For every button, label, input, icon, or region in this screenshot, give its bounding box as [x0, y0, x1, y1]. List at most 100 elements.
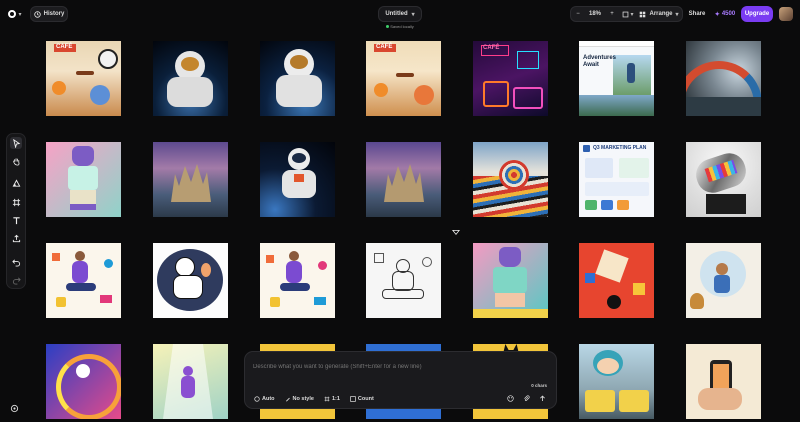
left-toolbar — [6, 133, 26, 289]
arrow-up-icon — [540, 395, 545, 401]
chevron-down-icon: ▾ — [18, 11, 22, 18]
sparkle-icon: ✦ — [714, 11, 720, 18]
redo-button[interactable] — [10, 274, 22, 286]
aspect-ratio-option[interactable]: 1:1 — [324, 396, 340, 402]
credits-button[interactable]: ✦ 4500 — [711, 6, 739, 22]
arrange-button[interactable]: Arrange ▾ — [637, 11, 681, 18]
undo-button[interactable] — [10, 256, 22, 268]
attach-button[interactable] — [522, 394, 531, 403]
image-tile-chrome-sculpture[interactable] — [686, 142, 761, 217]
help-button[interactable] — [8, 402, 20, 414]
image-tile-fantasy-castle[interactable] — [153, 142, 228, 217]
canvas-cursor-icon — [452, 230, 460, 236]
credits-value: 4500 — [721, 11, 736, 17]
frame-size-button[interactable]: ▾ — [619, 11, 637, 18]
prompt-panel: 0 chars Auto No style 1:1 Count — [244, 351, 557, 409]
prompt-options: Auto No style 1:1 Count — [254, 394, 374, 404]
upload-tool[interactable] — [10, 232, 22, 244]
frame-icon — [623, 11, 629, 17]
image-tile-cat-character-teal[interactable] — [473, 243, 548, 318]
select-tool[interactable] — [10, 137, 22, 149]
image-tile-floating-person-objects-variant[interactable] — [260, 243, 335, 318]
shapes-tool[interactable] — [10, 177, 22, 189]
zoom-out-button[interactable]: − — [571, 11, 585, 17]
aspect-ratio-icon — [324, 396, 330, 402]
top-bar: ▾ History Untitled ▾ Saved locally − 18%… — [0, 0, 800, 29]
chevron-down-icon: ▾ — [411, 11, 415, 18]
frame-grid-icon — [12, 198, 20, 206]
image-tile-city-tram-illustration[interactable] — [579, 344, 654, 419]
hand-icon — [12, 157, 19, 166]
chevron-down-icon: ▾ — [630, 11, 634, 18]
save-status: Saved locally — [376, 24, 424, 29]
arrange-label: Arrange — [649, 11, 673, 17]
image-tile-meditation-sketch[interactable] — [366, 243, 441, 318]
auto-label: Auto — [262, 396, 275, 402]
image-tile-cat-character[interactable] — [46, 142, 121, 217]
document-title-button[interactable]: Untitled ▾ — [378, 6, 422, 22]
paperclip-icon — [524, 395, 530, 402]
tile-caption: CAFÉ — [56, 44, 73, 50]
prompt-actions — [506, 394, 547, 403]
char-count: 0 chars — [531, 383, 547, 388]
redo-icon — [12, 276, 21, 285]
image-tile-astronaut-earth[interactable] — [153, 41, 228, 116]
history-button[interactable]: History — [30, 6, 68, 22]
auto-option[interactable]: Auto — [254, 396, 275, 402]
image-tile-striped-wave[interactable] — [473, 142, 548, 217]
image-tile-juggler-illustration[interactable] — [686, 243, 761, 318]
grid-icon — [640, 11, 646, 17]
count-label: Count — [357, 396, 374, 402]
image-tile-phone-hand-illustration[interactable] — [686, 344, 761, 419]
upload-icon — [12, 234, 20, 242]
image-tile-cafe-illustration-variant[interactable]: CAFÉ — [366, 41, 441, 116]
tile-caption: CAFÉ — [376, 44, 393, 50]
image-tile-fantasy-castle-variant[interactable] — [366, 142, 441, 217]
zoom-arrange-group: − 18% + ▾ Arrange ▾ — [570, 6, 683, 22]
tile-caption: Adventures Await — [583, 55, 617, 68]
avatar[interactable] — [779, 7, 793, 21]
image-tile-neon-cafe[interactable]: CAFÉ — [473, 41, 548, 116]
submit-button[interactable] — [538, 394, 547, 403]
frame-tool[interactable] — [10, 196, 22, 208]
cursor-icon — [12, 138, 20, 148]
saved-status-text: Saved locally — [390, 24, 414, 29]
style-option[interactable]: No style — [285, 396, 314, 402]
image-tile-red-collage[interactable] — [579, 243, 654, 318]
image-tile-astronaut-line-art[interactable] — [153, 243, 228, 318]
palette-icon — [507, 395, 514, 402]
hand-tool[interactable] — [10, 155, 22, 167]
image-tile-cafe-illustration[interactable]: CAFÉ — [46, 41, 121, 116]
undo-icon — [11, 258, 20, 267]
image-tile-surreal-collage[interactable] — [46, 344, 121, 419]
image-tile-surreal-wave[interactable] — [686, 41, 761, 116]
prompt-input[interactable] — [253, 360, 543, 374]
history-label: History — [43, 11, 65, 17]
zoom-level[interactable]: 18% — [585, 11, 605, 17]
style-icon — [285, 397, 290, 402]
document-title: Untitled — [385, 11, 408, 17]
count-option[interactable]: Count — [350, 396, 374, 402]
text-tool[interactable] — [10, 214, 22, 226]
auto-icon — [254, 396, 260, 402]
zoom-in-button[interactable]: + — [605, 11, 619, 17]
style-label: No style — [292, 396, 314, 402]
image-tile-dancer-spotlight[interactable] — [153, 344, 228, 419]
upgrade-button[interactable]: Upgrade — [741, 6, 773, 22]
image-tile-astronaut-earth-variant[interactable] — [260, 41, 335, 116]
logo-icon — [8, 10, 17, 18]
chevron-down-icon: ▾ — [675, 11, 679, 18]
aspect-ratio-label: 1:1 — [331, 396, 340, 402]
palette-button[interactable] — [506, 394, 515, 403]
app-menu-button[interactable]: ▾ — [6, 6, 24, 22]
image-tile-adventures-await-webpage[interactable]: Adventures Await — [579, 41, 654, 116]
clock-icon — [33, 10, 41, 18]
count-icon — [350, 396, 356, 402]
image-tile-astronaut-space[interactable] — [260, 142, 335, 217]
image-tile-floating-person-objects[interactable] — [46, 243, 121, 318]
tile-caption: Q3 MARKETING PLAN — [593, 145, 647, 151]
image-tile-q3-marketing-plan[interactable]: Q3 MARKETING PLAN — [579, 142, 654, 217]
settings-icon — [10, 404, 18, 412]
text-icon — [12, 216, 20, 224]
share-button[interactable]: Share — [686, 6, 708, 22]
